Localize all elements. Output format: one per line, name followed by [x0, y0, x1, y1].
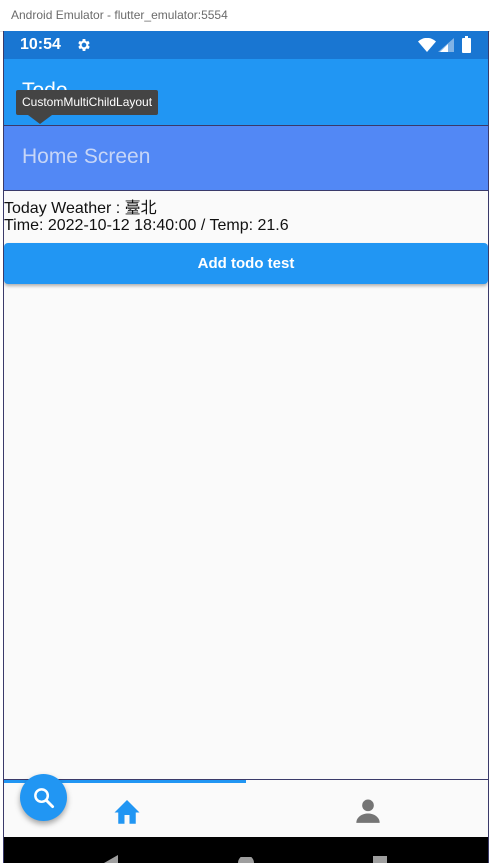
window-titlebar: Android Emulator - flutter_emulator:5554 — [0, 0, 490, 32]
gear-icon — [78, 39, 90, 51]
search-icon — [34, 788, 55, 809]
emulator-screen: 10:54 Todo CustomMultiChildLayout Home S… — [3, 31, 489, 863]
person-icon[interactable] — [354, 796, 382, 824]
weather-city-text: Today Weather : 臺北 — [4, 200, 157, 217]
widget-inspector-tooltip: CustomMultiChildLayout — [16, 90, 159, 115]
search-fab[interactable] — [20, 774, 67, 821]
home-screen-header: Home Screen — [4, 126, 488, 191]
window-title: Android Emulator - flutter_emulator:5554 — [11, 8, 228, 22]
home-nav-icon[interactable] — [238, 857, 254, 863]
battery-icon — [462, 36, 471, 53]
cellular-signal-icon — [438, 38, 454, 52]
home-screen-title: Home Screen — [22, 145, 151, 168]
status-time: 10:54 — [20, 36, 61, 53]
weather-time-temp-text: Time: 2022-10-12 18:40:00 / Temp: 21.6 — [4, 217, 289, 234]
add-todo-button[interactable]: Add todo test — [4, 243, 488, 284]
bottom-navigation — [4, 783, 488, 837]
back-icon[interactable] — [104, 855, 120, 863]
status-bar: 10:54 — [4, 31, 488, 59]
android-navigation-bar — [4, 837, 488, 863]
home-icon[interactable] — [112, 796, 142, 824]
tooltip-arrow — [28, 115, 52, 124]
wifi-icon — [418, 38, 436, 52]
recents-icon[interactable] — [372, 855, 388, 863]
